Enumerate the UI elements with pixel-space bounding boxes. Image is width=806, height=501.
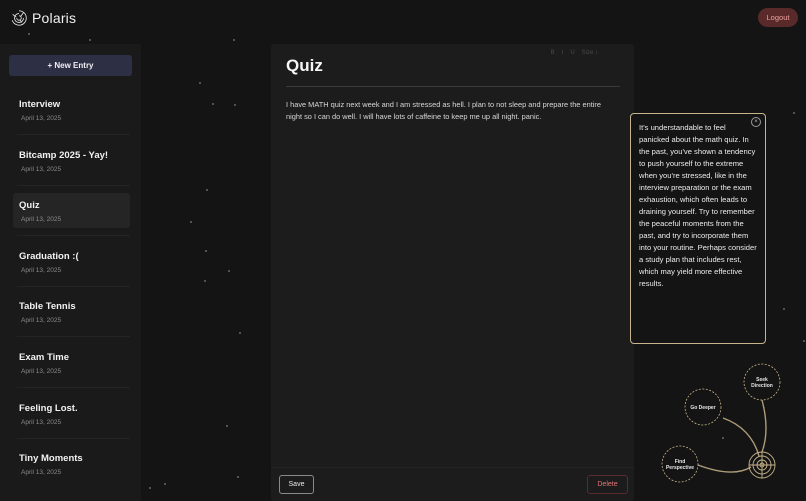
node-go-deeper[interactable]: Go Deeper (684, 388, 722, 426)
entry-item[interactable]: Interview April 13, 2025 (13, 92, 130, 135)
entry-title-field[interactable]: Quiz (286, 56, 323, 76)
top-bar: Polaris Logout (0, 0, 806, 40)
entry-item[interactable]: Table Tennis April 13, 2025 (13, 294, 130, 338)
new-entry-button[interactable]: + New Entry (9, 55, 132, 76)
italic-button[interactable]: I (562, 50, 564, 56)
entry-date: April 13, 2025 (21, 367, 62, 375)
node-label: Perspective (666, 465, 694, 471)
delete-button[interactable]: Delete (587, 475, 628, 494)
logout-button[interactable]: Logout (758, 8, 798, 27)
app-name: Polaris (32, 10, 77, 26)
journal-editor: B I U Size ↕ Quiz I have MATH quiz next … (271, 44, 634, 501)
entry-date: April 13, 2025 (21, 165, 62, 173)
entry-title: Feeling Lost. (19, 402, 78, 414)
compass-icon (748, 451, 776, 479)
entry-title: Table Tennis (19, 301, 76, 313)
divider (271, 467, 634, 468)
entry-title: Exam Time (19, 351, 69, 363)
node-label: Direction (751, 383, 773, 389)
polaris-logo-icon (11, 10, 27, 26)
entry-date: April 13, 2025 (21, 216, 62, 224)
entry-date: April 13, 2025 (21, 266, 62, 274)
entry-item[interactable]: Feeling Lost. April 13, 2025 (13, 396, 130, 439)
entry-list: Interview April 13, 2025 Bitcamp 2025 - … (13, 92, 130, 497)
constellation-nav: Seek Direction Go Deeper Find Perspectiv… (661, 363, 781, 483)
brand[interactable]: Polaris (10, 9, 76, 27)
entry-title: Bitcamp 2025 - Yay! (19, 149, 109, 161)
sidebar: + New Entry Interview April 13, 2025 Bit… (0, 44, 141, 501)
entry-item[interactable]: Graduation :( April 13, 2025 (13, 244, 130, 287)
entry-date: April 13, 2025 (21, 469, 62, 477)
insight-popup: × It's understandable to feel panicked a… (630, 113, 766, 344)
entry-item[interactable]: Exam Time April 13, 2025 (13, 345, 130, 388)
entry-title: Interview (19, 99, 61, 110)
divider (286, 86, 620, 87)
node-find-perspective[interactable]: Find Perspective (661, 445, 699, 483)
entry-date: April 13, 2025 (21, 115, 62, 122)
format-toolbar: B I U Size ↕ (551, 50, 598, 56)
node-label: Go Deeper (690, 405, 715, 411)
insight-text: It's understandable to feel panicked abo… (639, 123, 757, 288)
entry-title: Graduation :( (19, 250, 79, 262)
node-seek-direction[interactable]: Seek Direction (743, 363, 781, 401)
entry-item[interactable]: Tiny Moments April 13, 2025 (13, 446, 130, 481)
font-size-select[interactable]: Size ↕ (582, 50, 598, 56)
save-button[interactable]: Save (279, 475, 314, 494)
entry-item-active[interactable]: Quiz April 13, 2025 (13, 193, 130, 237)
entry-body-textarea[interactable]: I have MATH quiz next week and I am stre… (286, 99, 616, 124)
underline-button[interactable]: U (570, 50, 574, 56)
bold-button[interactable]: B (551, 50, 555, 56)
entry-date: April 13, 2025 (21, 317, 62, 325)
entry-title: Tiny Moments (19, 453, 83, 465)
entry-item[interactable]: Bitcamp 2025 - Yay! April 13, 2025 (13, 143, 130, 186)
entry-title: Quiz (19, 200, 40, 212)
close-icon[interactable]: × (751, 117, 761, 127)
entry-date: April 13, 2025 (21, 418, 62, 426)
